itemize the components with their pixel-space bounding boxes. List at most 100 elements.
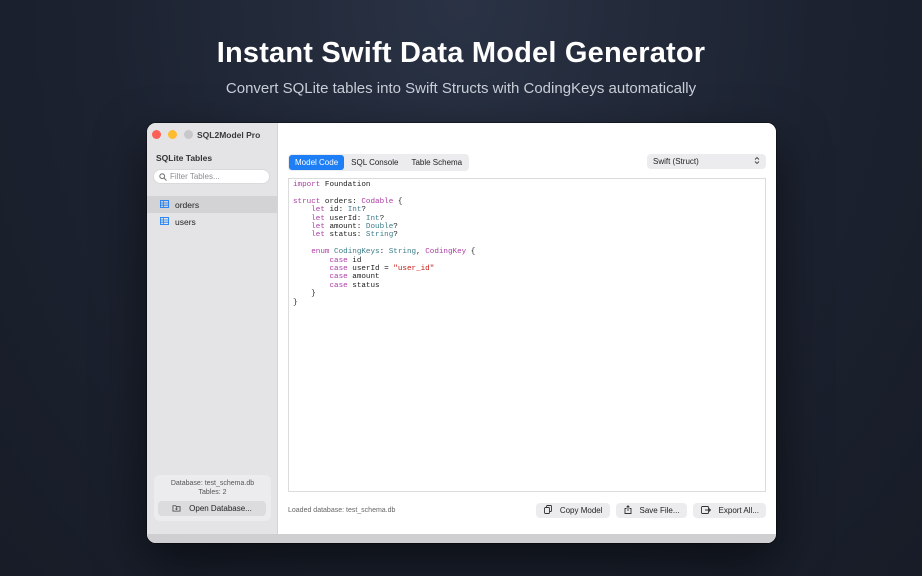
code-token: "user_id" <box>393 265 435 274</box>
action-label: Save File... <box>639 506 680 515</box>
code-token: Codable <box>361 197 394 206</box>
code-token: case <box>329 256 348 265</box>
sidebar-item-users[interactable]: users <box>147 213 277 230</box>
code-token: let <box>311 214 325 223</box>
open-folder-icon <box>172 504 181 514</box>
code-line: case userId = "user_id" <box>293 265 761 273</box>
view-tabs: Model Code SQL Console Table Schema <box>288 154 470 171</box>
app-window: SQL2Model Pro SQLite Tables ordersusers … <box>147 123 776 543</box>
code-line: } <box>293 299 761 307</box>
code-token: { <box>393 197 403 206</box>
minimize-window-button[interactable] <box>168 130 177 139</box>
database-name: Database: test_schema.db <box>170 480 255 487</box>
sidebar-item-orders[interactable]: orders <box>147 196 277 213</box>
close-window-button[interactable] <box>152 130 161 139</box>
code-token: let <box>311 223 325 232</box>
tab-sql-console[interactable]: SQL Console <box>345 155 404 170</box>
app-title: SQL2Model Pro <box>197 130 261 140</box>
table-icon <box>160 216 169 227</box>
code-token: , <box>416 248 426 257</box>
code-token: status: <box>324 231 366 240</box>
code-token: amount: <box>324 223 366 232</box>
code-token: case <box>329 265 348 274</box>
table-filter[interactable] <box>153 169 270 184</box>
code-token: status <box>347 281 380 290</box>
code-token: let <box>311 206 325 215</box>
code-line: import Foundation <box>293 181 761 189</box>
code-line: enum CodingKeys: String, CodingKey { <box>293 248 761 256</box>
code-token: Double <box>365 223 394 232</box>
code-line: let id: Int? <box>293 206 761 214</box>
code-token: struct <box>293 197 321 206</box>
sidebar-item-label: users <box>175 216 196 227</box>
window-bottom-strip <box>147 534 776 543</box>
code-token: ? <box>361 206 366 215</box>
table-icon <box>160 199 169 210</box>
code-token: String <box>388 248 417 257</box>
sidebar: SQL2Model Pro SQLite Tables ordersusers … <box>147 123 278 543</box>
table-filter-input[interactable] <box>170 172 265 181</box>
code-token: case <box>329 281 348 290</box>
code-token: import <box>293 181 321 189</box>
export-all-button[interactable]: Export All... <box>692 503 766 518</box>
code-token: userId: <box>324 214 366 223</box>
code-token: : <box>379 248 389 257</box>
code-line: let amount: Double? <box>293 223 761 231</box>
copy-model-button[interactable]: Copy Model <box>535 503 610 518</box>
zoom-window-button[interactable] <box>184 130 193 139</box>
code-token: let <box>311 231 325 240</box>
code-token: CodingKeys <box>334 248 380 257</box>
code-token: Int <box>365 214 380 223</box>
code-token: ? <box>393 223 398 232</box>
code-token: case <box>329 273 348 282</box>
code-token: amount <box>347 273 380 282</box>
language-select-value: Swift (Struct) <box>653 157 699 166</box>
chevron-updown-icon <box>754 156 760 167</box>
hero-subtitle: Convert SQLite tables into Swift Structs… <box>225 80 697 97</box>
code-token: ? <box>393 231 398 240</box>
language-select[interactable]: Swift (Struct) <box>647 154 766 169</box>
code-editor[interactable]: import Foundation struct orders: Codable… <box>288 178 766 492</box>
sidebar-item-label: orders <box>175 199 200 210</box>
sidebar-heading: SQLite Tables <box>156 153 213 163</box>
action-label: Export All... <box>718 506 759 515</box>
code-line: case status <box>293 282 761 290</box>
code-token: enum <box>311 248 330 257</box>
code-line: let status: String? <box>293 231 761 239</box>
tables-count: Tables: 2 <box>198 489 227 496</box>
window-controls <box>152 130 193 139</box>
action-bar: Copy Model Save File... Export All... <box>535 503 766 518</box>
code-token: ? <box>379 214 385 223</box>
code-token: userId = <box>347 265 394 274</box>
table-list: orders users <box>147 196 277 230</box>
code-token: Int <box>347 206 362 215</box>
copy-icon <box>543 505 552 516</box>
open-database-button[interactable]: Open Database... <box>158 501 266 516</box>
code-token: orders: <box>320 197 362 206</box>
code-token: id <box>347 256 362 265</box>
code-token: { <box>466 248 476 257</box>
status-text: Loaded database: test_schema.db <box>288 507 396 514</box>
main-pane: Model Code SQL Console Table Schema Swift … <box>278 123 776 543</box>
hero-title: Instant Swift Data Model Generator <box>216 37 706 69</box>
tab-model-code[interactable]: Model Code <box>289 155 345 170</box>
save-file-button[interactable]: Save File... <box>615 503 687 518</box>
action-label: Copy Model <box>559 506 603 515</box>
code-token: CodingKey <box>425 248 467 257</box>
code-line: } <box>293 290 761 298</box>
code-token: id: <box>324 206 348 215</box>
code-token: } <box>293 298 298 307</box>
code-line: case amount <box>293 273 761 281</box>
share-icon <box>624 505 632 516</box>
tab-table-schema[interactable]: Table Schema <box>405 155 468 170</box>
